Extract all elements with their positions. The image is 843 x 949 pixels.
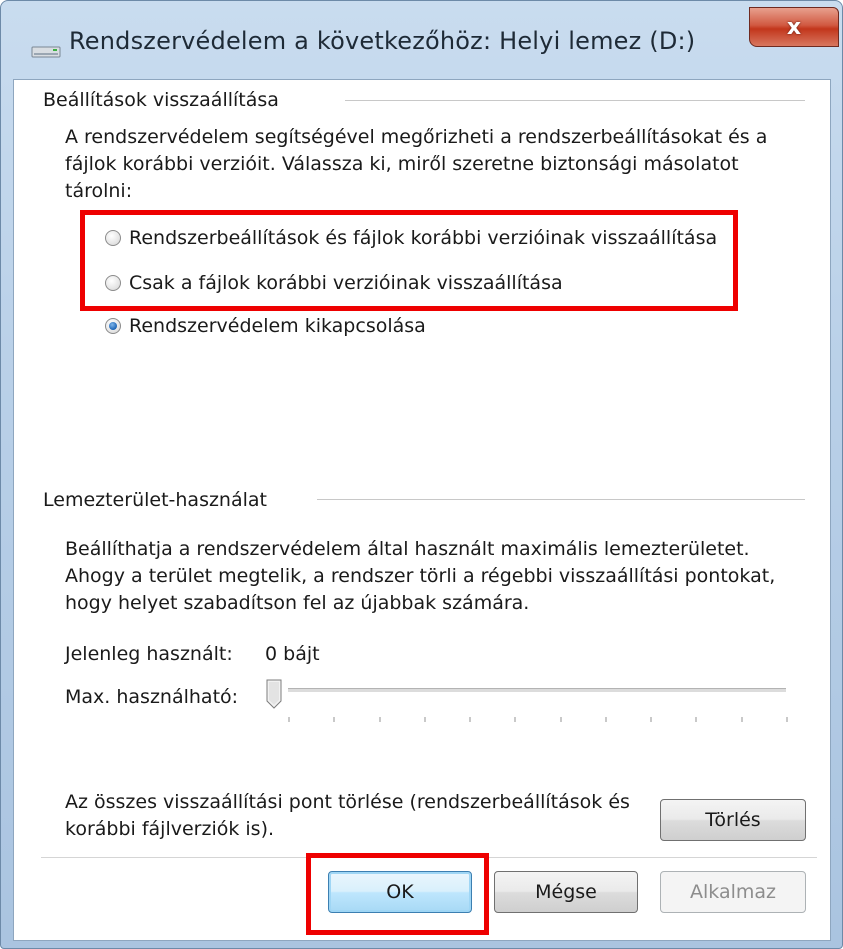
- slider-tick: [740, 717, 743, 722]
- close-icon: x: [786, 14, 802, 40]
- slider-tick: [695, 717, 698, 722]
- delete-button[interactable]: Törlés: [660, 799, 806, 841]
- radio-button-checked[interactable]: [105, 318, 121, 334]
- delete-description: Az összes visszaállítási pont törlése (r…: [65, 791, 630, 840]
- close-button[interactable]: x: [749, 7, 839, 47]
- title-bar[interactable]: Rendszervédelem a következőhöz: Helyi le…: [1, 1, 842, 79]
- radio-option-turn-off[interactable]: Rendszervédelem kikapcsolása: [105, 315, 426, 337]
- slider-tick: [288, 717, 290, 722]
- disk-usage-description: Beállíthatja a rendszervédelem által has…: [65, 538, 776, 614]
- restore-settings-description: A rendszervédelem segítségével megőrizhe…: [65, 126, 768, 202]
- highlight-box-radio-options: [80, 210, 738, 311]
- current-usage-label: Jelenleg használt:: [65, 643, 233, 665]
- slider-tick: [786, 717, 788, 722]
- current-usage-value: 0 bájt: [265, 643, 320, 665]
- disk-usage-heading: Lemezterület-használat: [43, 489, 267, 511]
- slider-tick: [650, 717, 653, 722]
- slider-tick: [378, 717, 381, 722]
- apply-button[interactable]: Alkalmaz: [660, 871, 806, 913]
- drive-icon: [31, 46, 61, 58]
- restore-settings-heading: Beállítások visszaállítása: [43, 89, 279, 111]
- max-usage-slider-track[interactable]: [288, 688, 786, 693]
- slider-tick: [333, 717, 336, 722]
- system-protection-dialog: Rendszervédelem a következőhöz: Helyi le…: [0, 0, 843, 949]
- slider-thumb[interactable]: [266, 679, 282, 709]
- group-divider: [345, 100, 805, 102]
- slider-tick: [514, 717, 517, 722]
- window-title: Rendszervédelem a következőhöz: Helyi le…: [69, 27, 696, 55]
- max-usage-label: Max. használható:: [65, 686, 239, 708]
- cancel-button[interactable]: Mégse: [494, 871, 638, 913]
- radio-label: Rendszervédelem kikapcsolása: [129, 315, 426, 337]
- slider-tick: [469, 717, 472, 722]
- slider-tick: [604, 717, 607, 722]
- group-divider: [317, 499, 805, 501]
- slider-tick: [559, 717, 562, 722]
- highlight-box-ok-button: [306, 853, 489, 935]
- slider-tick: [423, 717, 426, 722]
